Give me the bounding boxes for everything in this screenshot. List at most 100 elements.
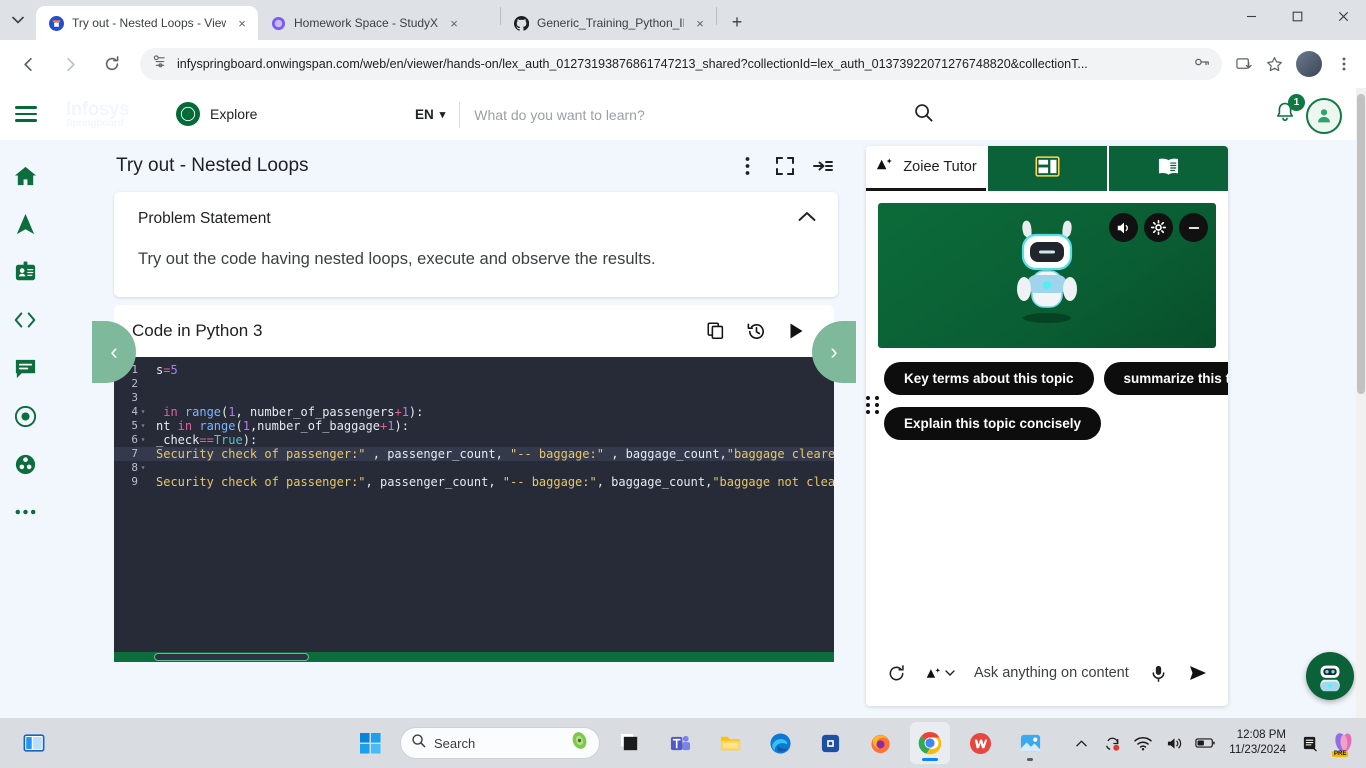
- search-input[interactable]: [460, 106, 913, 123]
- address-bar[interactable]: infyspringboard.onwingspan.com/web/en/vi…: [140, 48, 1222, 80]
- model-selector[interactable]: [918, 655, 962, 691]
- bookmark-star-icon[interactable]: [1260, 50, 1288, 78]
- sidebar-item-goals[interactable]: [0, 392, 50, 440]
- kebab-menu-icon[interactable]: [728, 147, 766, 185]
- taskbar-app-store[interactable]: [810, 722, 850, 764]
- user-avatar[interactable]: [1306, 98, 1342, 134]
- send-icon[interactable]: [1180, 655, 1216, 691]
- collapse-panel-icon[interactable]: [804, 147, 842, 185]
- browser-tab-2[interactable]: Generic_Training_Python_INFY/P ×: [501, 6, 716, 40]
- history-icon[interactable]: [736, 312, 776, 350]
- sidebar-item-more[interactable]: [0, 488, 50, 536]
- taskbar-search[interactable]: Search: [400, 727, 600, 759]
- onedrive-sync-icon[interactable]: [1101, 732, 1123, 754]
- taskbar-clock[interactable]: 12:08 PM 11/23/2024: [1225, 728, 1290, 758]
- copy-icon[interactable]: [696, 312, 736, 350]
- sidebar-item-code[interactable]: [0, 296, 50, 344]
- taskbar-app-firefox[interactable]: [860, 722, 900, 764]
- tab-close-icon[interactable]: ×: [234, 15, 250, 31]
- taskbar-app-chrome[interactable]: [910, 722, 950, 764]
- code-editor[interactable]: 1 s=5 2 3 4 ▾ in range(1, number_of_passenger…: [114, 357, 834, 662]
- code-line[interactable]: 8 ▾: [114, 461, 834, 475]
- search-icon[interactable]: [913, 102, 940, 128]
- page-scrollbar[interactable]: [1356, 88, 1366, 718]
- code-line[interactable]: 7 Security check of passenger:" , passeng…: [114, 447, 834, 461]
- code-line[interactable]: 5 ▾ nt in range(1,number_of_baggage+1):: [114, 419, 834, 433]
- code-line[interactable]: 6 ▾ _check==True):: [114, 433, 834, 447]
- reload-icon[interactable]: [96, 48, 128, 80]
- sidebar-item-discussions[interactable]: [0, 344, 50, 392]
- maximize-button[interactable]: [1274, 0, 1320, 32]
- password-key-icon[interactable]: [1194, 54, 1210, 75]
- chip-explain[interactable]: Explain this topic concisely: [884, 407, 1102, 440]
- code-line[interactable]: 9 Security check of passenger:", passenge…: [114, 475, 834, 489]
- taskbar-app-file-explorer[interactable]: [710, 722, 750, 764]
- profile-avatar[interactable]: [1296, 51, 1322, 77]
- sidebar-item-home[interactable]: [0, 152, 50, 200]
- code-line[interactable]: 1 s=5: [114, 363, 834, 377]
- notes-icon[interactable]: [1299, 732, 1321, 754]
- new-tab-button[interactable]: +: [723, 8, 751, 36]
- speaker-icon[interactable]: [1109, 213, 1138, 242]
- scrollbar-thumb[interactable]: [154, 653, 309, 661]
- minimize-icon[interactable]: [1179, 213, 1208, 242]
- tab-flashcards[interactable]: [988, 146, 1107, 191]
- notifications-button[interactable]: 1: [1272, 94, 1305, 128]
- problem-statement-header[interactable]: Problem Statement: [114, 192, 838, 246]
- taskbar-app-teams-preview[interactable]: [610, 722, 650, 764]
- fullscreen-icon[interactable]: [766, 147, 804, 185]
- tab-reader[interactable]: [1109, 146, 1228, 191]
- chrome-menu-icon[interactable]: [1330, 50, 1358, 78]
- task-view-icon[interactable]: [14, 722, 54, 764]
- code-fold-toggle[interactable]: ▾: [138, 461, 148, 475]
- tab-close-icon[interactable]: ×: [446, 15, 462, 31]
- code-fold-toggle[interactable]: ▾: [138, 433, 148, 447]
- volume-icon[interactable]: [1163, 732, 1185, 754]
- browser-tab-1[interactable]: Homework Space - StudyX ×: [258, 6, 500, 40]
- forward-arrow-icon[interactable]: [54, 48, 86, 80]
- code-fold-toggle[interactable]: ▾: [138, 405, 148, 419]
- editor-horizontal-scrollbar[interactable]: [114, 652, 834, 662]
- taskbar-app-edge[interactable]: [760, 722, 800, 764]
- show-hidden-icons-icon[interactable]: [1070, 732, 1092, 754]
- chip-key-terms[interactable]: Key terms about this topic: [884, 362, 1094, 395]
- back-arrow-icon[interactable]: [12, 48, 44, 80]
- site-settings-icon[interactable]: [152, 54, 167, 74]
- close-button[interactable]: [1320, 0, 1366, 32]
- code-line[interactable]: 4 ▾ in range(1, number_of_passengers+1):: [114, 405, 834, 419]
- taskbar-app-teams[interactable]: [660, 722, 700, 764]
- hamburger-menu-icon[interactable]: [0, 88, 52, 140]
- sidebar-item-navigate[interactable]: [0, 200, 50, 248]
- wifi-icon[interactable]: [1132, 732, 1154, 754]
- code-lines[interactable]: 1 s=5 2 3 4 ▾ in range(1, number_of_passenger…: [114, 357, 834, 489]
- microphone-icon[interactable]: [1140, 655, 1176, 691]
- run-icon[interactable]: [776, 312, 816, 350]
- refresh-icon[interactable]: [878, 655, 914, 691]
- windows-start-icon[interactable]: [350, 722, 390, 764]
- code-line[interactable]: 2: [114, 377, 834, 391]
- robot-assistant-fab[interactable]: [1306, 652, 1354, 700]
- browser-tab-0[interactable]: Try out - Nested Loops - Viewer ×: [36, 6, 258, 40]
- taskbar-app-photos[interactable]: [1010, 722, 1050, 764]
- tab-search-dropdown-icon[interactable]: [0, 0, 36, 40]
- copilot-icon[interactable]: [570, 731, 589, 755]
- copilot-pre-icon[interactable]: PRE: [1330, 730, 1356, 757]
- taskbar-app-wps-office[interactable]: [960, 722, 1000, 764]
- tab-close-icon[interactable]: ×: [692, 15, 708, 31]
- install-app-icon[interactable]: [1230, 50, 1258, 78]
- minimize-button[interactable]: [1228, 0, 1274, 32]
- explore-nav-item[interactable]: Explore: [176, 102, 257, 126]
- sidebar-item-credentials[interactable]: [0, 248, 50, 296]
- sidebar-item-community[interactable]: [0, 440, 50, 488]
- tab-zoiee-tutor[interactable]: Zoiee Tutor: [866, 146, 986, 191]
- chip-summarize[interactable]: summarize this topic: [1103, 362, 1228, 395]
- code-fold-toggle[interactable]: ▾: [138, 419, 148, 433]
- drag-grip-icon[interactable]: [866, 396, 880, 414]
- battery-icon[interactable]: [1194, 732, 1216, 754]
- ask-input-placeholder[interactable]: Ask anything on content: [966, 665, 1136, 681]
- page-scrollbar-thumb[interactable]: [1357, 94, 1365, 394]
- language-selector[interactable]: EN ▾: [415, 101, 461, 128]
- code-line[interactable]: 3: [114, 391, 834, 405]
- chevron-up-icon[interactable]: [798, 210, 816, 228]
- gear-icon[interactable]: [1144, 213, 1173, 242]
